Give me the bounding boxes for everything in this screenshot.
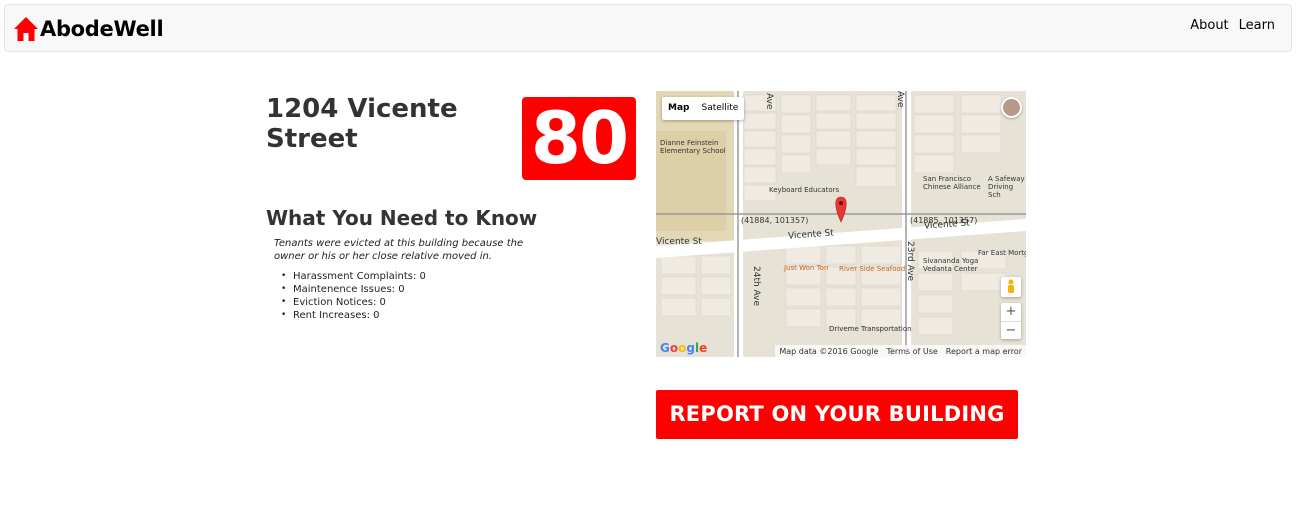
map-label-driveme: Driveme Transportation — [829, 325, 912, 333]
stats-list: Harassment Complaints: 0 Maintenence Iss… — [281, 270, 426, 322]
terms-of-use-link[interactable]: Terms of Use — [886, 347, 937, 356]
navbar: AbodeWell About Learn — [4, 4, 1292, 52]
zoom-out-button[interactable]: − — [1001, 321, 1021, 339]
building-score-badge: 80 — [522, 97, 636, 180]
house-icon — [14, 17, 38, 41]
stat-harassment: Harassment Complaints: 0 — [281, 270, 426, 283]
section-title: What You Need to Know — [266, 206, 538, 230]
brand-name: AbodeWell — [40, 17, 164, 41]
map-label-chinese-alliance: San Francisco Chinese Alliance — [923, 175, 981, 191]
report-map-error-link[interactable]: Report a map error — [946, 347, 1022, 356]
map-label-safeway: A Safeway Driving Sch — [988, 175, 1025, 199]
report-building-button[interactable]: REPORT ON YOUR BUILDING — [656, 390, 1018, 439]
map-street-ave-top-right: Ave — [895, 91, 905, 108]
map-type-map-button[interactable]: Map — [662, 97, 695, 120]
map-street-vicente-left: Vicente St — [656, 237, 702, 247]
map-label-school: Dianne Feinstein Elementary School — [660, 139, 726, 155]
nav-link-about[interactable]: About — [1190, 18, 1228, 33]
map-label-coord-left: (41884, 101357) — [741, 216, 809, 225]
stat-eviction: Eviction Notices: 0 — [281, 296, 426, 309]
map-type-satellite-button[interactable]: Satellite — [695, 97, 744, 120]
google-logo[interactable]: Google — [660, 341, 707, 355]
zoom-in-button[interactable]: + — [1001, 303, 1021, 321]
map-street-24th-ave: 24th Ave — [751, 266, 761, 307]
pegman-icon[interactable] — [1001, 277, 1021, 297]
eviction-note: Tenants were evicted at this building be… — [274, 238, 524, 262]
map-embed[interactable]: Map Satellite Dianne Feinstein Elementar… — [656, 91, 1026, 357]
account-avatar[interactable] — [1001, 97, 1022, 118]
map-label-sivananda: Sivananda Yoga Vedanta Center — [923, 257, 979, 273]
map-footer: Map data ©2016 Google Terms of Use Repor… — [775, 345, 1026, 357]
building-address: 1204 Vicente Street — [266, 94, 458, 154]
nav-links: About Learn — [1190, 18, 1275, 33]
map-type-control: Map Satellite — [662, 97, 745, 120]
nav-link-learn[interactable]: Learn — [1239, 18, 1275, 33]
map-label-far-east: Far East Mortg — [978, 249, 1026, 257]
map-street-ave-top-left: Ave — [764, 93, 774, 110]
zoom-control: + − — [1001, 303, 1021, 339]
stat-rent: Rent Increases: 0 — [281, 309, 426, 322]
map-data-attribution: Map data ©2016 Google — [779, 346, 879, 356]
brand-logo[interactable]: AbodeWell — [13, 13, 164, 45]
map-label-keyboard-educators: Keyboard Educators — [769, 186, 840, 194]
map-label-river-side-seafood: River Side Seafood — [839, 265, 906, 273]
stat-maintenance: Maintenence Issues: 0 — [281, 283, 426, 296]
map-label-just-won-ton: Just Won Ton — [784, 264, 829, 272]
map-street-23rd-ave: 23rd Ave — [905, 241, 915, 282]
